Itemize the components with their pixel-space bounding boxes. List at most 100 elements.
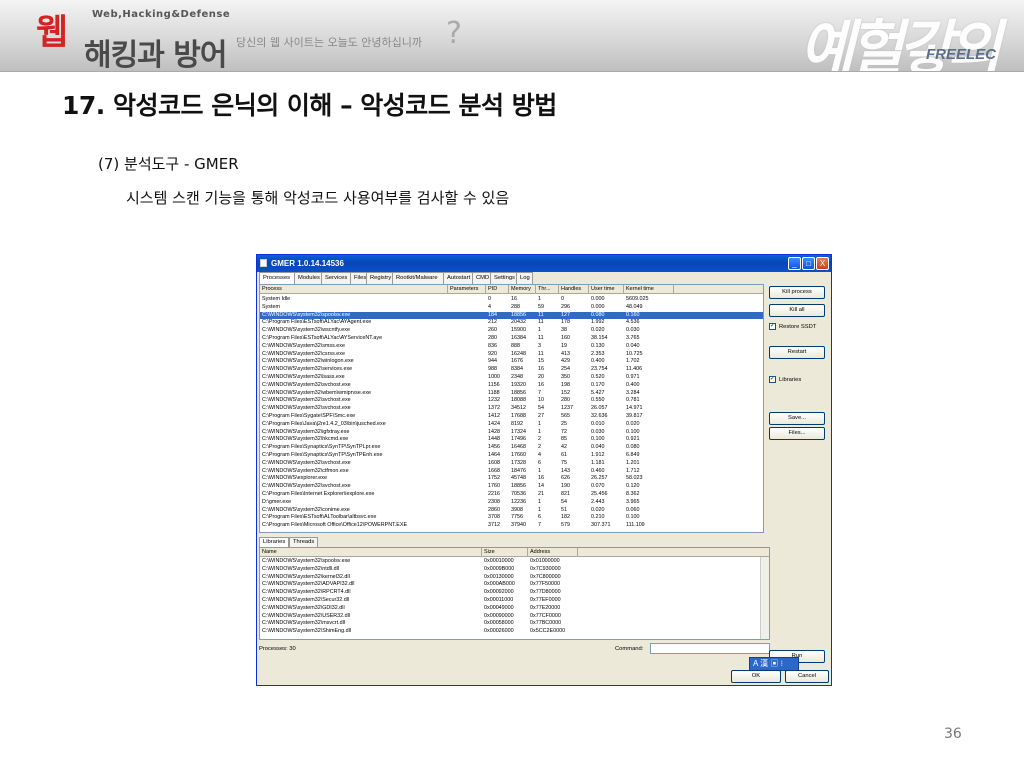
process-column-header[interactable]: Parameters [448, 285, 486, 294]
library-row[interactable]: C:\WINDOWS\system32\ADVAPI32.dll 0x000AB0… [260, 581, 769, 589]
process-column-header[interactable]: Memory [509, 285, 536, 294]
process-row[interactable]: C:\WINDOWS\system32\svchost.exe 1760 18856… [260, 483, 763, 491]
process-row[interactable]: C:\Program Files\Synaptics\SynTP\SynTPEn… [260, 452, 763, 460]
cell: 1.702 [626, 358, 640, 365]
process-row[interactable]: C:\Program Files\Synaptics\SynTP\SynTPLp… [260, 444, 763, 452]
cancel-button[interactable]: Cancel [785, 670, 829, 683]
kill-process-button[interactable]: Kill process [769, 286, 825, 299]
process-row[interactable]: C:\Program Files\ESTsoft\ALYac\AYAgent.e… [260, 319, 763, 327]
maximize-button[interactable]: □ [802, 257, 815, 270]
tab-libraries[interactable]: Libraries [259, 537, 290, 547]
process-row[interactable]: C:\Program Files\ESTsoft\ALYac\AYService… [260, 335, 763, 343]
cell: 23.754 [591, 366, 608, 373]
ok-button[interactable]: OK [731, 670, 781, 683]
window-titlebar[interactable]: GMER 1.0.14.14536 [257, 255, 831, 272]
tab-files[interactable]: Files [350, 272, 367, 284]
process-row[interactable]: C:\Program Files\Internet Explorer\iexpl… [260, 491, 763, 499]
process-row[interactable]: System 4 288 59 296 0.000 48.049 [260, 304, 763, 312]
cell: 11 [538, 311, 544, 318]
library-column-header[interactable]: Address [528, 548, 578, 557]
libraries-checkbox[interactable]: ✓ Libraries [769, 376, 801, 384]
save-button[interactable]: Save... [769, 412, 825, 425]
library-row[interactable]: C:\WINDOWS\system32\Secur32.dll 0x0001100… [260, 597, 769, 605]
library-row[interactable]: C:\WINDOWS\system32\USER32.dll 0x00090000… [260, 613, 769, 621]
process-row[interactable]: C:\WINDOWS\system32\spoolsv.exe 184 18856 1… [260, 311, 763, 320]
tab-settings[interactable]: Settings [490, 272, 517, 284]
process-column-header[interactable]: Thr... [536, 285, 559, 294]
process-row[interactable]: C:\WINDOWS\system32\svchost.exe 1156 19320… [260, 382, 763, 390]
process-row[interactable]: C:\WINDOWS\system32\svchost.exe 1608 17328… [260, 460, 763, 468]
library-row[interactable]: C:\WINDOWS\system32\GDI32.dll 0x00049000 0… [260, 605, 769, 613]
process-row[interactable]: C:\WINDOWS\system32\lsass.exe 1000 2348 20 3… [260, 374, 763, 382]
cell: 59 [538, 303, 544, 310]
kill-all-button[interactable]: Kill all [769, 304, 825, 317]
process-row[interactable]: C:\WINDOWS\system32\services.exe 988 8384 1… [260, 366, 763, 374]
tab-autostart[interactable]: Autostart [443, 272, 473, 284]
cell: 0.400 [591, 358, 605, 365]
library-row[interactable]: C:\WINDOWS\system32\ntdll.dll 0x0009B000 0… [260, 566, 769, 574]
process-row[interactable]: System Idle 0 16 1 0 0.000 5609.025 [260, 296, 763, 304]
library-row[interactable]: C:\WINDOWS\system32\kernel32.dll 0x001300… [260, 574, 769, 582]
tab-cmd[interactable]: CMD [472, 272, 491, 284]
cell: 0.100 [626, 428, 640, 435]
library-column-header[interactable]: Name [260, 548, 482, 557]
library-row[interactable]: C:\WINDOWS\system32\RPCRT4.dll 0x00092000… [260, 589, 769, 597]
process-list[interactable]: Process Parameters PID Memory Thr... Handles U… [259, 284, 764, 533]
cell: 1.201 [626, 459, 640, 466]
cell: 280 [488, 335, 497, 341]
process-row[interactable]: C:\WINDOWS\system32\csrss.exe 920 16248 11 4… [260, 351, 763, 359]
library-column-header[interactable]: Size [482, 548, 528, 557]
process-column-header[interactable]: Kernel time [624, 285, 674, 294]
process-row[interactable]: C:\WINDOWS\system32\conime.exe 2860 3908 1 5… [260, 507, 763, 515]
cell: 0.020 [591, 506, 605, 513]
process-column-header[interactable]: Handles [559, 285, 589, 294]
cell: 1 [538, 296, 541, 302]
process-row[interactable]: C:\WINDOWS\system32\winlogon.exe 944 1676 1… [260, 358, 763, 366]
restore-ssdt-checkbox[interactable]: ✓ Restore SSDT [769, 323, 816, 331]
process-row[interactable]: C:\WINDOWS\explorer.exe 1752 45748 16 626 26.… [260, 475, 763, 483]
tab-strip: Processes Modules Services Files Registry Roo… [259, 272, 533, 285]
process-row[interactable]: C:\WINDOWS\system32\svchost.exe 1232 18088… [260, 397, 763, 405]
library-list[interactable]: Name Size Address C:\WINDOWS\system32\spoo… [259, 547, 770, 640]
cell: 4.536 [626, 319, 640, 326]
library-row[interactable]: C:\WINDOWS\system32\msvcrt.dll 0x00058000… [260, 620, 769, 628]
cell: 0x00058000 [484, 620, 514, 627]
process-column-header[interactable]: PID [486, 285, 509, 294]
process-row[interactable]: C:\Program Files\Java\j2re1.4.2_03\bin\j… [260, 421, 763, 429]
process-row[interactable]: D:\gmer.exe 2308 12236 1 54 2.443 3.965 [260, 499, 763, 507]
cell: 37940 [511, 522, 526, 529]
process-column-header[interactable]: User time [589, 285, 624, 294]
process-row[interactable]: C:\WINDOWS\system32\wbem\wmiprvse.exe 118… [260, 390, 763, 398]
library-row[interactable]: C:\WINDOWS\system32\ShimEng.dll 0x0002600… [260, 628, 769, 636]
cell: 26.057 [591, 405, 608, 412]
tab-log[interactable]: Log [516, 272, 533, 284]
process-row[interactable]: C:\WINDOWS\system32\smss.exe 836 888 3 19 0.1… [260, 343, 763, 351]
tab-threads[interactable]: Threads [289, 537, 319, 547]
command-input[interactable] [650, 643, 770, 654]
process-column-header[interactable]: Process [260, 285, 448, 294]
restart-button[interactable]: Restart [769, 346, 825, 359]
tab-modules[interactable]: Modules [294, 272, 322, 284]
process-row[interactable]: C:\Program Files\Sygate\SPF\Smc.exe 1412 1… [260, 413, 763, 421]
process-row[interactable]: C:\WINDOWS\system32\hkcmd.exe 1448 17496 2 8… [260, 436, 763, 444]
process-row[interactable]: C:\WINDOWS\system32\igfxtray.exe 1428 1732… [260, 429, 763, 437]
cell: 38 [561, 327, 567, 334]
files-button[interactable]: Files... [769, 427, 825, 440]
process-row[interactable]: C:\WINDOWS\system32\svchost.exe 1372 34512… [260, 405, 763, 413]
cell: C:\WINDOWS\system32\svchost.exe [262, 397, 351, 404]
cell: 0.010 [591, 420, 605, 427]
minimize-button[interactable]: _ [788, 257, 801, 270]
ime-toolbar[interactable]: A 漢 ▣ ⁝ [749, 657, 799, 671]
process-row[interactable]: C:\WINDOWS\system32\ctfmon.exe 1668 18476 1… [260, 468, 763, 476]
cell: C:\WINDOWS\system32\svchost.exe [262, 483, 351, 490]
cell: 198 [561, 381, 570, 388]
process-row[interactable]: C:\Program Files\ESTsoft\ALToolbar\altbs… [260, 514, 763, 522]
library-row[interactable]: C:\WINDOWS\system32\spoolsv.exe 0x0001000… [260, 558, 769, 566]
process-row[interactable]: C:\Program Files\Microsoft Office\Office… [260, 522, 763, 530]
close-button[interactable]: X [816, 257, 829, 270]
tab-services[interactable]: Services [321, 272, 351, 284]
tab-registry[interactable]: Registry [366, 272, 393, 284]
library-scrollbar[interactable] [760, 557, 769, 639]
process-row[interactable]: C:\WINDOWS\system32\wscntfy.exe 260 15900 1… [260, 327, 763, 335]
tab-rootkit-malware[interactable]: Rootkit/Malware [392, 272, 444, 284]
